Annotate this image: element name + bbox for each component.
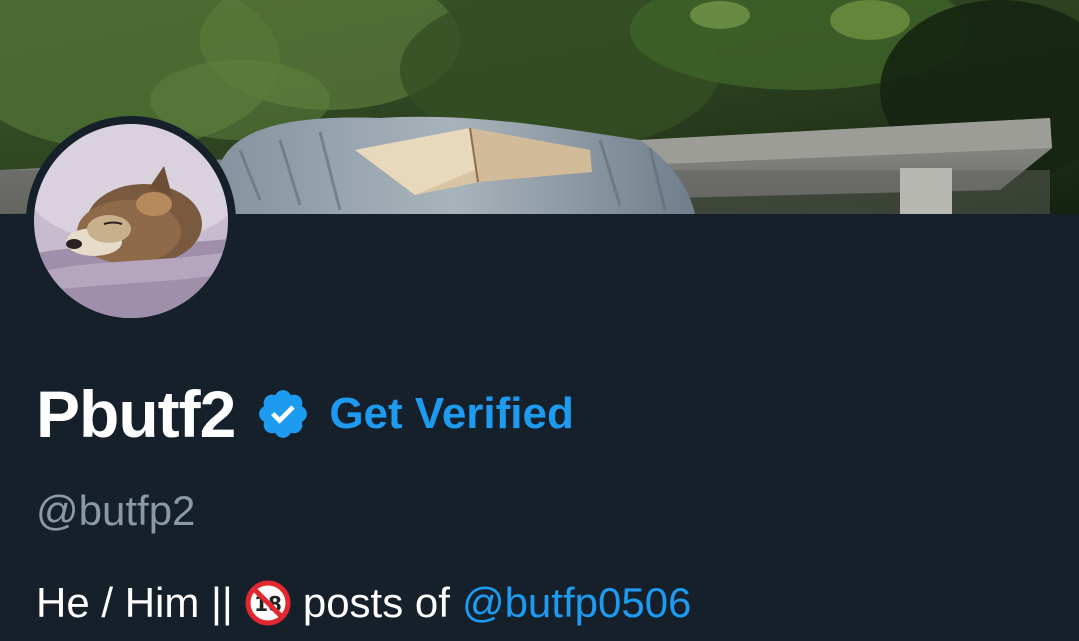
profile-handle: @butfp2 — [36, 487, 196, 534]
display-name: Pbutf2 — [36, 377, 236, 451]
bio-mention-link[interactable]: @butfp0506 — [462, 582, 691, 624]
get-verified-link[interactable]: Get Verified — [329, 392, 574, 436]
name-row: Pbutf2 Get Verified — [36, 376, 574, 452]
bio-text-posts-of: posts of — [302, 579, 450, 626]
profile-bio: He / Him || 18 posts of @butfp0506 — [36, 578, 691, 628]
avatar-frame — [26, 116, 236, 326]
no-under-18-icon: 18 — [243, 578, 293, 628]
bio-text-pronouns: He / Him || — [36, 579, 233, 626]
verified-badge-icon[interactable] — [255, 386, 311, 442]
avatar[interactable] — [34, 124, 228, 318]
